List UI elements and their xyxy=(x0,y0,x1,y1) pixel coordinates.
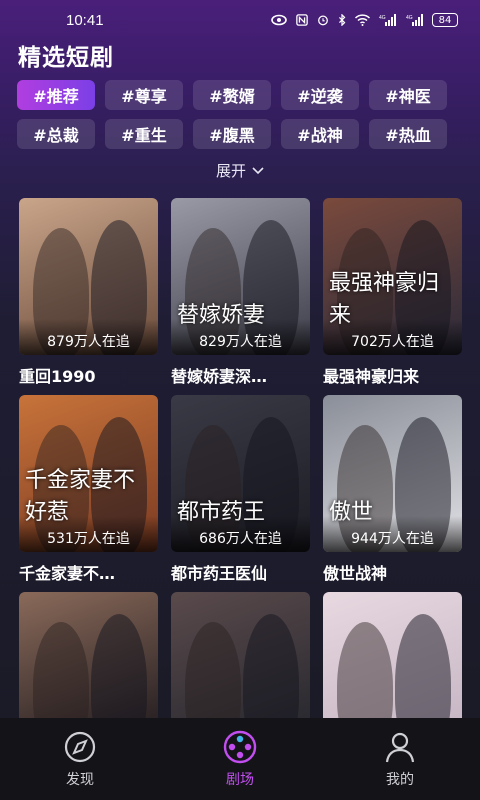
drama-title[interactable]: 千金家妻不… xyxy=(19,552,158,592)
genre-tag[interactable]: #赘婿 xyxy=(193,80,271,110)
genre-tag[interactable]: #热血 xyxy=(369,119,447,149)
status-icons: 4G 4G 84 xyxy=(270,13,458,27)
drama-card[interactable] xyxy=(171,592,310,720)
page-title: 精选短剧 xyxy=(18,45,114,71)
nfc-icon xyxy=(296,14,308,26)
svg-text:4G: 4G xyxy=(406,15,413,21)
view-count: 829万人在追 xyxy=(199,334,282,350)
drama-card[interactable]: 最强神豪归来 702万人在追 最强神豪归来 xyxy=(323,198,462,395)
view-count: 879万人在追 xyxy=(47,334,130,350)
drama-poster[interactable] xyxy=(323,592,462,720)
drama-card[interactable]: 替嫁娇妻 829万人在追 替嫁娇妻深… xyxy=(171,198,310,395)
nav-discover[interactable]: 发现 xyxy=(20,729,140,789)
drama-title[interactable]: 重回1990 xyxy=(19,355,158,395)
drama-card[interactable] xyxy=(323,592,462,720)
nav-label: 我的 xyxy=(386,772,414,788)
drama-poster[interactable]: 都市药王 686万人在追 xyxy=(171,395,310,552)
drama-card[interactable]: 千金家妻不好惹 531万人在追 千金家妻不… xyxy=(19,395,158,592)
wifi-icon xyxy=(354,14,371,26)
genre-tag-list: #推荐 #尊享 #赘婿 #逆袭 #神医 #总裁 #重生 #腹黑 #战神 #热血 xyxy=(17,80,467,149)
status-time: 10:41 xyxy=(66,11,104,29)
signal-4g-icon-2: 4G xyxy=(406,14,423,26)
nav-theater[interactable]: 剧场 xyxy=(180,729,300,789)
drama-poster[interactable]: 千金家妻不好惹 531万人在追 xyxy=(19,395,158,552)
nav-label: 发现 xyxy=(66,772,94,788)
genre-tag[interactable]: #腹黑 xyxy=(193,119,271,149)
drama-title[interactable]: 都市药王医仙 xyxy=(171,552,310,592)
nav-label: 剧场 xyxy=(226,772,254,788)
expand-label: 展开 xyxy=(215,162,246,180)
drama-poster[interactable] xyxy=(19,592,158,720)
bluetooth-icon xyxy=(339,14,346,26)
drama-poster[interactable] xyxy=(171,592,310,720)
drama-poster[interactable]: 最强神豪归来 702万人在追 xyxy=(323,198,462,355)
film-reel-icon xyxy=(223,730,257,764)
drama-title[interactable]: 傲世战神 xyxy=(323,552,462,592)
view-count: 944万人在追 xyxy=(351,531,434,547)
genre-tag[interactable]: #尊享 xyxy=(105,80,183,110)
alarm-icon xyxy=(318,15,328,26)
drama-title[interactable]: 最强神豪归来 xyxy=(323,355,462,395)
genre-tag[interactable]: #神医 xyxy=(369,80,447,110)
genre-tag[interactable]: #战神 xyxy=(281,119,359,149)
person-icon xyxy=(385,732,415,763)
drama-card[interactable]: 傲世 944万人在追 傲世战神 xyxy=(323,395,462,592)
drama-card[interactable] xyxy=(19,592,158,720)
svg-text:4G: 4G xyxy=(379,15,386,21)
battery-indicator: 84 xyxy=(432,13,458,27)
drama-poster[interactable]: 替嫁娇妻 829万人在追 xyxy=(171,198,310,355)
chevron-down-icon xyxy=(252,166,264,174)
status-bar: 10:41 4G 4G 84 xyxy=(0,0,480,40)
genre-tag[interactable]: #逆袭 xyxy=(281,80,359,110)
genre-tag[interactable]: #总裁 xyxy=(17,119,95,149)
drama-poster[interactable]: 879万人在追 xyxy=(19,198,158,355)
nav-profile[interactable]: 我的 xyxy=(340,729,460,789)
genre-tag[interactable]: #推荐 xyxy=(17,80,95,110)
drama-card[interactable]: 都市药王 686万人在追 都市药王医仙 xyxy=(171,395,310,592)
drama-card[interactable]: 879万人在追重回1990 xyxy=(19,198,158,395)
view-count: 531万人在追 xyxy=(47,531,130,547)
drama-title[interactable]: 替嫁娇妻深… xyxy=(171,355,310,395)
signal-4g-icon: 4G xyxy=(379,14,396,26)
view-count: 702万人在追 xyxy=(351,334,434,350)
drama-grid: 879万人在追 重回1990 替嫁娇妻 829万人在追 替嫁娇妻深… 最强神豪归来 702万… xyxy=(19,198,462,720)
drama-poster[interactable]: 傲世 944万人在追 xyxy=(323,395,462,552)
bottom-nav: 发现 剧场 我的 xyxy=(0,718,480,800)
eye-icon xyxy=(271,14,287,26)
genre-tag[interactable]: #重生 xyxy=(105,119,183,149)
compass-icon xyxy=(64,731,96,763)
expand-tags-button[interactable]: 展开 xyxy=(0,160,480,181)
view-count: 686万人在追 xyxy=(199,531,282,547)
